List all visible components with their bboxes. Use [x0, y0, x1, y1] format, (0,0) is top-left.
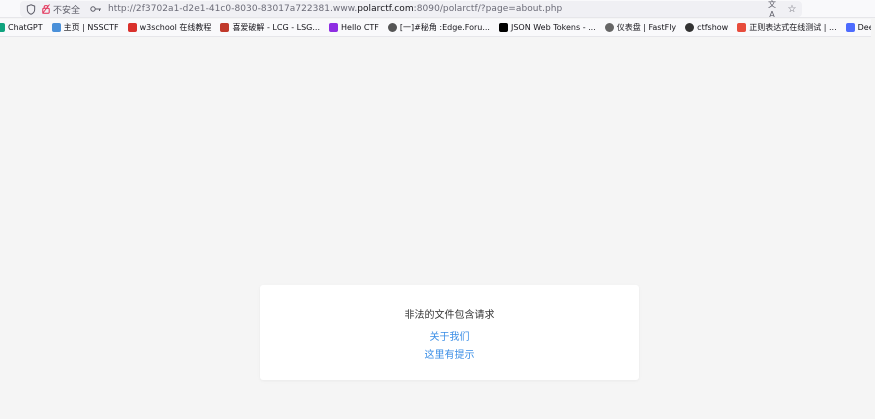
translate-icon[interactable]: 文A [766, 0, 778, 19]
key-icon[interactable] [90, 5, 102, 13]
bookmark-label: JSON Web Tokens - ... [510, 23, 596, 32]
bookmark-label: 正则表达式在线测试 | ... [749, 23, 837, 32]
bookmark-item[interactable]: Hello CTF [329, 23, 379, 32]
chatgpt-icon [0, 23, 5, 32]
bookmark-label: DeepSeek - 探索未至... [857, 23, 871, 32]
w3school-icon [127, 23, 137, 32]
bookmark-label: 喜爱破解 - LCG - LSG... [232, 23, 320, 32]
bookmark-item[interactable]: ChatGPT [0, 23, 43, 32]
bookmark-item[interactable]: 正则表达式在线测试 | ... [737, 22, 837, 33]
url-domain: polarctf.com [357, 4, 414, 14]
bookmark-item[interactable]: 主页 | NSSCTF [51, 22, 119, 33]
bookmark-label: w3school 在线教程 [139, 23, 212, 32]
insecure-indicator[interactable]: 不安全 [42, 3, 80, 16]
bookmark-item[interactable]: w3school 在线教程 [127, 22, 212, 33]
page-content: 非法的文件包含请求 关于我们 这里有提示 [0, 37, 875, 419]
bookmark-label: ctfshow [697, 23, 729, 32]
jwt-icon [498, 23, 508, 32]
bookmarks-bar: ChatGPT 主页 | NSSCTF w3school 在线教程 喜爱破解 - LC… [0, 19, 871, 37]
globe-icon [604, 23, 614, 32]
ctfshow-icon [685, 23, 695, 32]
insecure-label: 不安全 [53, 5, 81, 16]
bookmark-item[interactable]: [一]#秘角 :Edge.Foru... [387, 22, 490, 33]
bookmark-item[interactable]: 仪表盘 | FastFly [604, 22, 677, 33]
bookmark-label: 仪表盘 | FastFly [616, 23, 677, 32]
address-bar-actions: 文A ☆ [766, 0, 875, 19]
url-suffix: :8090/polarctf/?page=about.php [413, 4, 563, 14]
deepseek-icon [845, 23, 855, 32]
bookmark-item[interactable]: 喜爱破解 - LCG - LSG... [220, 22, 320, 33]
regex-icon [737, 23, 747, 32]
lock-broken-icon [42, 4, 50, 14]
url-text[interactable]: http://2f3702a1-d2e1-41c0-8030-83017a722… [108, 4, 562, 14]
plane-icon [387, 23, 397, 32]
nssctf-icon [51, 23, 61, 32]
hint-link[interactable]: 这里有提示 [260, 346, 639, 361]
bookmark-label: Hello CTF [341, 23, 379, 32]
bookmark-star-icon[interactable]: ☆ [786, 4, 798, 15]
about-us-link[interactable]: 关于我们 [260, 328, 639, 343]
bookmark-item[interactable]: DeepSeek - 探索未至... [845, 22, 871, 33]
grid-icon [220, 23, 230, 32]
page-title: 非法的文件包含请求 [404, 310, 495, 321]
helloctf-icon [329, 23, 338, 32]
bookmark-item[interactable]: ctfshow [685, 23, 728, 32]
bookmark-label: ChatGPT [8, 23, 43, 32]
address-bar[interactable]: 不安全 http://2f3702a1-d2e1-41c0-8030-83017… [20, 1, 802, 17]
address-bar-row: 不安全 http://2f3702a1-d2e1-41c0-8030-83017… [0, 0, 875, 19]
url-prefix: http://2f3702a1-d2e1-41c0-8030-83017a722… [108, 4, 358, 14]
bookmark-label: 主页 | NSSCTF [63, 23, 119, 32]
bookmark-item[interactable]: JSON Web Tokens - ... [498, 23, 596, 32]
shield-icon[interactable] [26, 3, 36, 15]
message-card: 非法的文件包含请求 关于我们 这里有提示 [260, 285, 639, 380]
bookmark-label: [一]#秘角 :Edge.Foru... [399, 23, 490, 32]
